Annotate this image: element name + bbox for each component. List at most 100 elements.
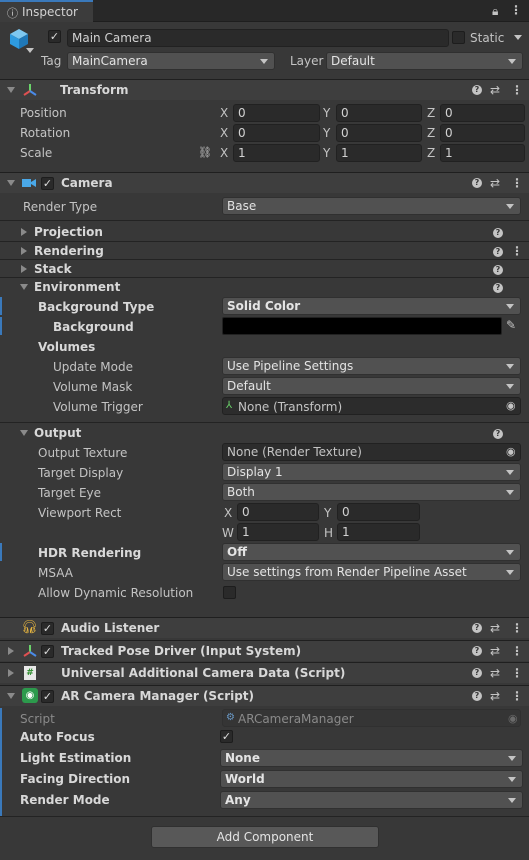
preset-icon[interactable]: ⇄ <box>490 177 500 189</box>
h-axis-label[interactable]: H <box>324 526 333 540</box>
foldout-arrow-icon[interactable] <box>8 647 14 655</box>
viewport-x-field[interactable]: 0 <box>237 503 319 521</box>
constrain-proportions-icon[interactable]: ⛓ <box>198 147 212 159</box>
context-menu-icon[interactable]: ⋮ <box>511 667 523 679</box>
lock-icon[interactable]: 🔒︎ <box>492 5 498 17</box>
output-texture-field[interactable]: None (Render Texture) ◉ <box>222 443 521 461</box>
rotation-z-field[interactable]: 0 <box>440 124 525 142</box>
foldout-arrow-icon[interactable] <box>7 87 15 93</box>
environment-section[interactable]: Environment ? <box>0 278 529 296</box>
help-icon[interactable]: ? <box>472 646 482 656</box>
output-section[interactable]: Output ? <box>0 424 529 442</box>
foldout-arrow-icon[interactable] <box>7 180 15 186</box>
tag-dropdown[interactable]: MainCamera <box>67 52 275 70</box>
help-icon[interactable]: ? <box>493 429 503 439</box>
foldout-arrow-icon[interactable] <box>8 669 14 677</box>
context-menu-icon[interactable]: ⋮ <box>511 690 523 702</box>
help-icon[interactable]: ? <box>493 265 503 275</box>
preset-icon[interactable]: ⇄ <box>490 622 500 634</box>
rendering-section[interactable]: Rendering ? ⋮ <box>0 242 529 260</box>
auto-focus-checkbox[interactable]: ✓ <box>220 730 233 743</box>
audio-listener-header[interactable]: 🎧︎ ✓ Audio Listener ? ⇄ ⋮ <box>0 617 529 638</box>
universal-camera-data-header[interactable]: # Universal Additional Camera Data (Scri… <box>0 662 529 683</box>
ar-camera-manager-header[interactable]: ◉ ✓ AR Camera Manager (Script) ? ⇄ ⋮ <box>0 685 529 706</box>
projection-section[interactable]: Projection ? <box>0 223 529 241</box>
render-mode-dropdown[interactable]: Any <box>220 791 523 809</box>
help-icon[interactable]: ? <box>472 668 482 678</box>
position-x-field[interactable]: 0 <box>233 104 320 122</box>
y-axis-label[interactable]: Y <box>323 146 330 160</box>
help-icon[interactable]: ? <box>493 283 503 293</box>
layer-dropdown[interactable]: Default <box>326 52 523 70</box>
camera-enabled-checkbox[interactable]: ✓ <box>41 177 54 190</box>
context-menu-icon[interactable]: ⋮ <box>511 645 523 657</box>
help-icon[interactable]: ? <box>493 247 503 257</box>
z-axis-label[interactable]: Z <box>427 126 435 140</box>
static-dropdown-arrow[interactable] <box>514 35 522 40</box>
component-enabled-checkbox[interactable]: ✓ <box>41 622 54 635</box>
msaa-dropdown[interactable]: Use settings from Render Pipeline Asset <box>222 563 521 581</box>
position-y-field[interactable]: 0 <box>336 104 422 122</box>
y-axis-label[interactable]: Y <box>323 126 330 140</box>
help-icon[interactable]: ? <box>472 85 482 95</box>
y-axis-label[interactable]: Y <box>323 106 330 120</box>
help-icon[interactable]: ? <box>493 228 503 238</box>
context-menu-icon[interactable]: ⋮ <box>511 84 523 96</box>
help-icon[interactable]: ? <box>472 691 482 701</box>
component-enabled-checkbox[interactable]: ✓ <box>41 690 54 703</box>
help-icon[interactable]: ? <box>472 178 482 188</box>
context-menu-icon[interactable]: ⋮ <box>511 177 523 189</box>
tab-inspector[interactable]: ⓘ Inspector <box>0 0 93 22</box>
foldout-arrow-icon[interactable] <box>21 228 27 236</box>
add-component-button[interactable]: Add Component <box>151 826 379 848</box>
z-axis-label[interactable]: Z <box>427 106 435 120</box>
allow-dynamic-resolution-checkbox[interactable] <box>223 586 236 599</box>
preset-icon[interactable]: ⇄ <box>490 667 500 679</box>
background-color-swatch[interactable] <box>222 317 502 335</box>
name-field[interactable]: Main Camera <box>67 29 449 47</box>
light-estimation-dropdown[interactable]: None <box>220 749 523 767</box>
target-eye-dropdown[interactable]: Both <box>222 483 521 501</box>
hdr-rendering-dropdown[interactable]: Off <box>222 543 521 561</box>
target-display-dropdown[interactable]: Display 1 <box>222 463 521 481</box>
camera-header[interactable]: ✓ Camera ? ⇄ ⋮ <box>0 172 529 193</box>
scale-x-field[interactable]: 1 <box>233 144 320 162</box>
x-axis-label[interactable]: X <box>220 146 228 160</box>
x-axis-label[interactable]: X <box>220 106 228 120</box>
rotation-y-field[interactable]: 0 <box>336 124 422 142</box>
eyedropper-icon[interactable]: ✎ <box>506 319 516 331</box>
component-enabled-checkbox[interactable]: ✓ <box>41 645 54 658</box>
preset-icon[interactable]: ⇄ <box>490 690 500 702</box>
viewport-y-field[interactable]: 0 <box>337 503 420 521</box>
context-menu-icon[interactable]: ⋮ <box>511 622 523 634</box>
transform-header[interactable]: Transform ? ⇄ ⋮ <box>0 79 529 100</box>
volume-mask-dropdown[interactable]: Default <box>222 377 521 395</box>
w-axis-label[interactable]: W <box>222 526 234 540</box>
viewport-w-field[interactable]: 1 <box>237 523 319 541</box>
foldout-arrow-icon[interactable] <box>7 693 15 699</box>
scale-y-field[interactable]: 1 <box>336 144 422 162</box>
update-mode-dropdown[interactable]: Use Pipeline Settings <box>222 357 521 375</box>
background-type-dropdown[interactable]: Solid Color <box>222 297 521 315</box>
viewport-h-field[interactable]: 1 <box>337 523 420 541</box>
icon-dropdown-arrow[interactable] <box>26 48 34 53</box>
render-type-dropdown[interactable]: Base <box>222 197 521 215</box>
x-axis-label[interactable]: X <box>224 506 232 520</box>
position-z-field[interactable]: 0 <box>440 104 525 122</box>
stack-section[interactable]: Stack ? <box>0 260 529 278</box>
scale-z-field[interactable]: 1 <box>440 144 525 162</box>
kebab-menu-icon[interactable]: ⋮ <box>510 4 522 16</box>
rotation-x-field[interactable]: 0 <box>233 124 320 142</box>
foldout-arrow-icon[interactable] <box>20 284 28 290</box>
static-checkbox[interactable] <box>452 31 465 44</box>
foldout-arrow-icon[interactable] <box>21 247 27 255</box>
object-picker-icon[interactable]: ◉ <box>506 446 516 458</box>
preset-icon[interactable]: ⇄ <box>490 645 500 657</box>
y-axis-label[interactable]: Y <box>324 506 331 520</box>
x-axis-label[interactable]: X <box>220 126 228 140</box>
context-menu-icon[interactable]: ⋮ <box>511 245 523 257</box>
help-icon[interactable]: ? <box>472 623 482 633</box>
preset-icon[interactable]: ⇄ <box>490 84 500 96</box>
tracked-pose-driver-header[interactable]: ✓ Tracked Pose Driver (Input System) ? ⇄… <box>0 640 529 661</box>
object-picker-icon[interactable]: ◉ <box>506 400 516 412</box>
